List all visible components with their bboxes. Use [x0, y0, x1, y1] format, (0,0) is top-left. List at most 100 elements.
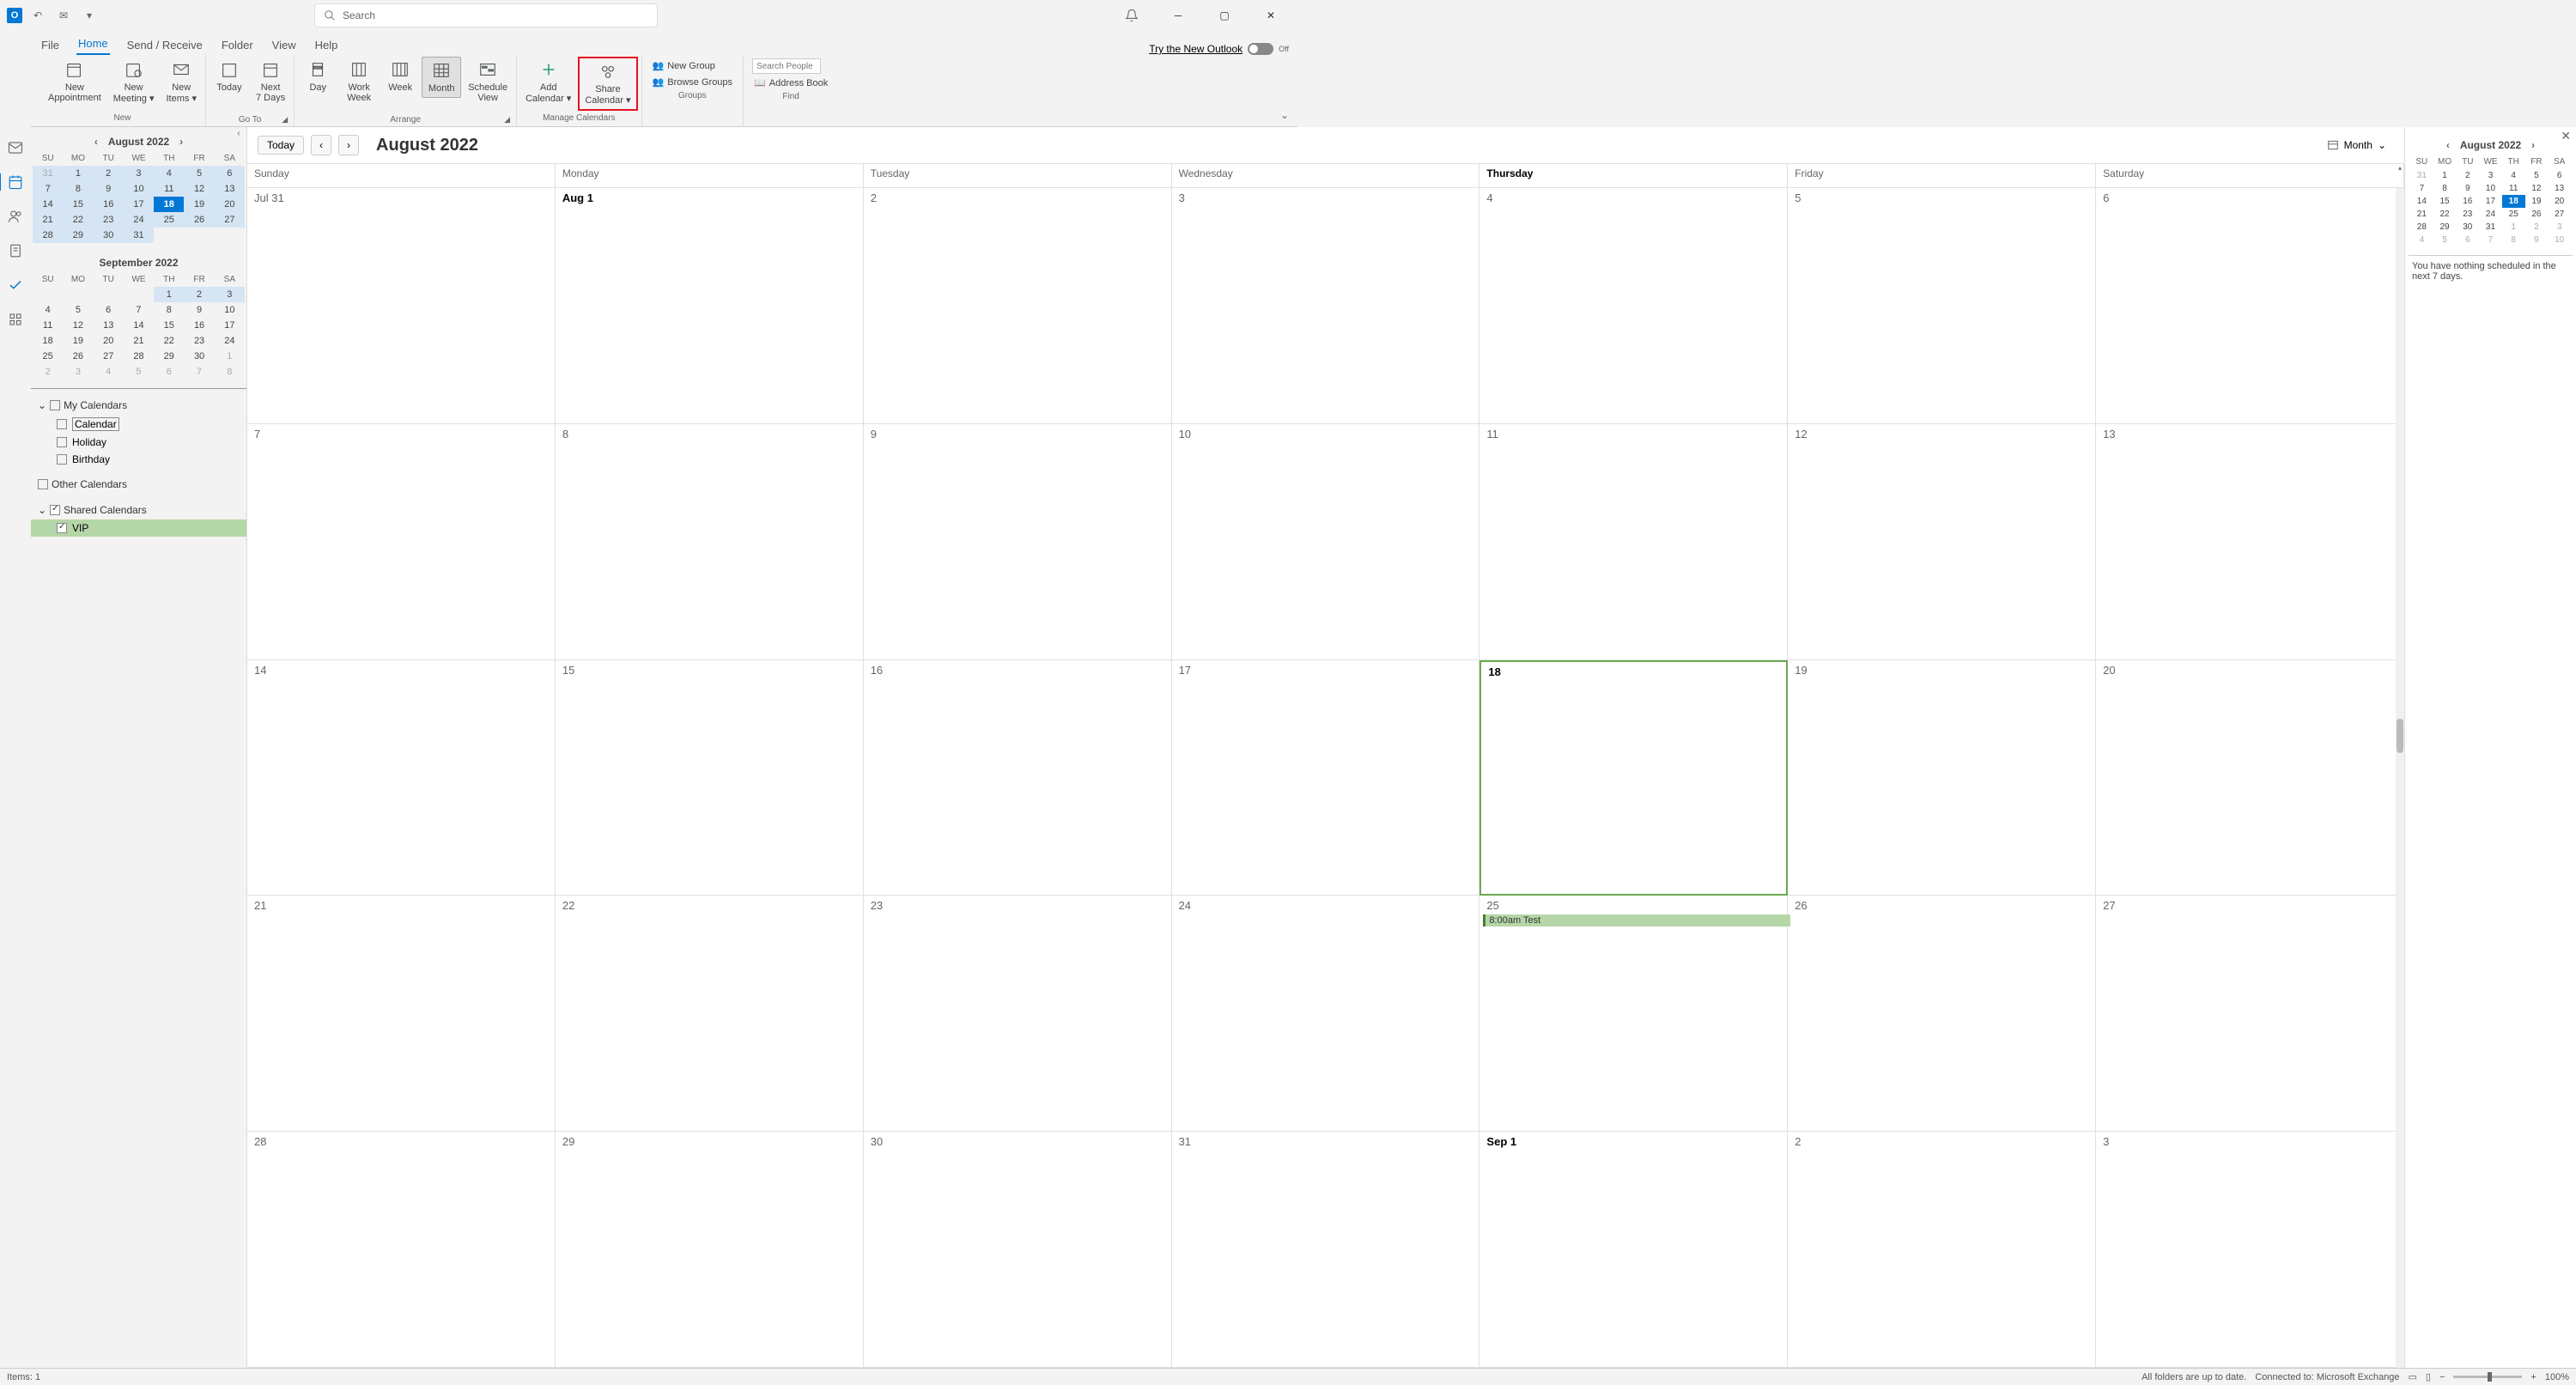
view-switch-dropdown[interactable]: Month ⌄ — [2319, 135, 2394, 155]
calendar-cell[interactable]: 23 — [864, 896, 1172, 1132]
mini-cal-day[interactable]: 1 — [2433, 169, 2457, 182]
calendar-cell[interactable]: 2 — [1788, 1132, 2096, 1368]
mini-cal-day[interactable]: 11 — [154, 181, 184, 197]
mini-cal-day[interactable]: 7 — [2410, 182, 2433, 195]
calendar-item-holiday[interactable]: Holiday — [38, 434, 240, 451]
mini-cal-day[interactable]: 7 — [33, 181, 63, 197]
zoom-in-button[interactable]: + — [2530, 1372, 2536, 1382]
calendar-cell[interactable]: 26 — [1788, 896, 2096, 1132]
mini-cal-day[interactable] — [184, 228, 214, 243]
nav-mail[interactable] — [2, 134, 29, 161]
calendar-cell[interactable]: 3 — [1172, 188, 1480, 424]
calendar-cell[interactable]: Jul 31 — [247, 188, 556, 424]
month-view-button[interactable]: Month — [422, 57, 461, 98]
close-todo-bar[interactable]: ✕ — [2561, 129, 2571, 143]
mini-cal-day[interactable]: 21 — [2410, 208, 2433, 221]
zoom-slider[interactable] — [2453, 1376, 2522, 1378]
mini-cal-day[interactable]: 22 — [63, 212, 93, 228]
new-appointment-button[interactable]: New Appointment — [43, 57, 106, 106]
mini-cal-day[interactable]: 4 — [33, 302, 63, 318]
mini-cal-day[interactable]: 2 — [94, 166, 124, 181]
mini-cal-day[interactable]: 6 — [2456, 234, 2479, 246]
mini-cal-day[interactable]: 1 — [63, 166, 93, 181]
shared-calendars-header[interactable]: ⌄Shared Calendars — [38, 501, 240, 519]
mini-cal-day[interactable]: 19 — [2525, 195, 2549, 208]
calendar-cell[interactable]: 8 — [556, 424, 864, 660]
calendar-cell[interactable]: 11 — [1479, 424, 1788, 660]
day-view-button[interactable]: Day — [298, 57, 337, 96]
goto-dialog-launcher[interactable]: ◢ — [210, 115, 290, 125]
calendar-cell[interactable]: 29 — [556, 1132, 864, 1368]
week-view-button[interactable]: Week — [380, 57, 420, 96]
tab-home[interactable]: Home — [76, 33, 110, 55]
today-nav-button[interactable]: Today — [258, 136, 304, 155]
mini-cal-day[interactable]: 5 — [184, 166, 214, 181]
address-book-button[interactable]: 📖Address Book — [752, 76, 829, 90]
mini-cal-day[interactable]: 18 — [154, 197, 184, 212]
mini-cal-day[interactable]: 21 — [124, 333, 154, 349]
mini-cal-day[interactable]: 15 — [154, 318, 184, 333]
mini-cal-day[interactable]: 13 — [2548, 182, 2571, 195]
tab-help[interactable]: Help — [313, 35, 340, 55]
mini-cal-day[interactable]: 11 — [2502, 182, 2525, 195]
calendar-cell[interactable]: 13 — [2096, 424, 2404, 660]
next-7-days-button[interactable]: Next 7 Days — [251, 57, 290, 106]
mini-cal-day[interactable]: 1 — [2502, 221, 2525, 234]
search-input[interactable]: Search — [314, 3, 658, 27]
mini-cal-day[interactable]: 16 — [2456, 195, 2479, 208]
mini-cal-day[interactable]: 28 — [2410, 221, 2433, 234]
mini-cal-day[interactable]: 12 — [184, 181, 214, 197]
mini-cal-day[interactable]: 9 — [184, 302, 214, 318]
nav-calendar[interactable] — [2, 168, 29, 196]
mini-cal-day[interactable] — [154, 228, 184, 243]
mini-cal-day[interactable]: 21 — [33, 212, 63, 228]
calendar-cell[interactable]: 4 — [1479, 188, 1788, 424]
mini-calendar-grid[interactable]: SUMOTUWETHFRSA12345678910111213141516171… — [33, 272, 245, 380]
mini-cal-day[interactable]: 14 — [33, 197, 63, 212]
mini-cal-day[interactable]: 11 — [33, 318, 63, 333]
mini-cal-day[interactable]: 23 — [94, 212, 124, 228]
mini-cal-day[interactable]: 7 — [124, 302, 154, 318]
mini-cal-day[interactable]: 30 — [94, 228, 124, 243]
mini-cal-day[interactable]: 30 — [184, 349, 214, 364]
mini-cal-day[interactable] — [33, 287, 63, 302]
mini-cal-day[interactable]: 25 — [33, 349, 63, 364]
checkbox[interactable] — [50, 505, 60, 515]
mini-cal-day[interactable]: 24 — [2479, 208, 2502, 221]
ribbon-collapse-button[interactable]: ⌄ — [1272, 104, 1297, 126]
mini-cal-day[interactable]: 2 — [2525, 221, 2549, 234]
mini-cal-day[interactable]: 8 — [2502, 234, 2525, 246]
mini-cal-day[interactable]: 7 — [184, 364, 214, 380]
mini-cal-day[interactable] — [124, 287, 154, 302]
mini-cal-day[interactable]: 15 — [63, 197, 93, 212]
maximize-button[interactable]: ▢ — [1205, 2, 1244, 29]
calendar-cell[interactable]: Aug 1 — [556, 188, 864, 424]
view-reading-icon[interactable]: ▯ — [2426, 1371, 2431, 1382]
mini-cal-day[interactable]: 6 — [154, 364, 184, 380]
mini-cal-day[interactable]: 10 — [124, 181, 154, 197]
calendar-item-birthday[interactable]: Birthday — [38, 451, 240, 468]
calendar-cell[interactable]: 7 — [247, 424, 556, 660]
mini-cal-day[interactable]: 28 — [124, 349, 154, 364]
mini-cal-day[interactable]: 6 — [215, 166, 245, 181]
checkbox[interactable] — [50, 400, 60, 410]
mini-calendar-grid[interactable]: SUMOTUWETHFRSA31123456789101112131415161… — [33, 151, 245, 243]
arrange-dialog-launcher[interactable]: ◢ — [298, 115, 513, 125]
calendar-cell[interactable]: 22 — [556, 896, 864, 1132]
nav-more[interactable] — [2, 306, 29, 333]
calendar-cell[interactable]: 31 — [1172, 1132, 1480, 1368]
tab-view[interactable]: View — [270, 35, 298, 55]
mini-cal-day[interactable]: 5 — [2525, 169, 2549, 182]
mini-cal-day[interactable]: 31 — [124, 228, 154, 243]
checkbox[interactable] — [57, 523, 67, 533]
mini-cal-day[interactable]: 4 — [94, 364, 124, 380]
zoom-out-button[interactable]: − — [2439, 1372, 2445, 1382]
calendar-cell[interactable]: 2 — [864, 188, 1172, 424]
mini-cal-day[interactable]: 1 — [154, 287, 184, 302]
calendar-cell[interactable]: 258:00am Test — [1479, 896, 1788, 1132]
prev-month-button[interactable]: ‹ — [2441, 139, 2455, 151]
mini-cal-day[interactable]: 3 — [124, 166, 154, 181]
mini-cal-day[interactable]: 4 — [2502, 169, 2525, 182]
collapse-folder-pane[interactable]: ‹ — [233, 129, 245, 141]
mini-cal-day[interactable]: 22 — [2433, 208, 2457, 221]
